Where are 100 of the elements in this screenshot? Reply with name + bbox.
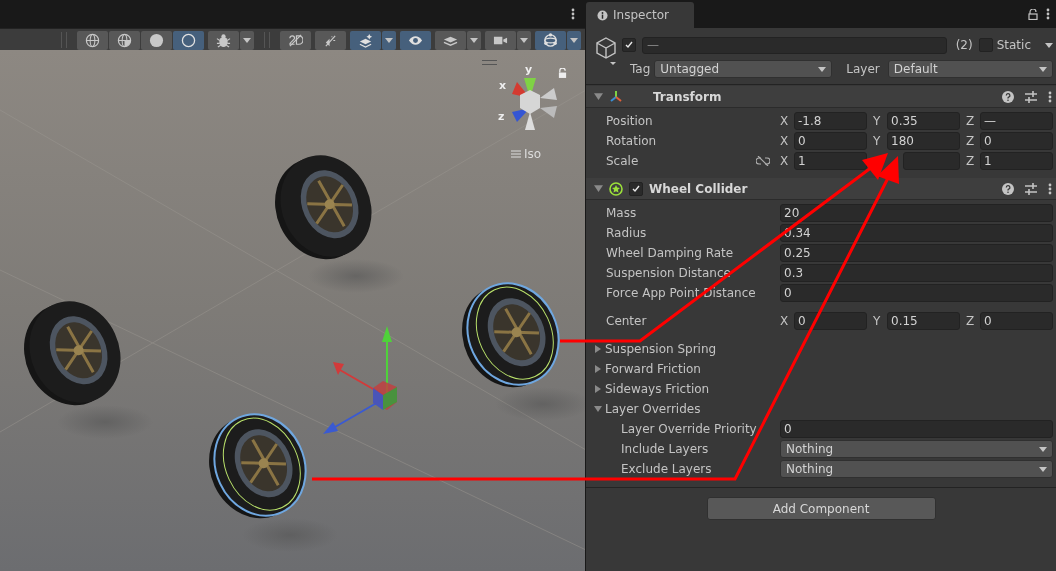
sliders-icon[interactable] bbox=[1025, 182, 1037, 195]
tag-dropdown[interactable]: Untagged bbox=[654, 60, 833, 78]
toolbar-button[interactable] bbox=[535, 30, 566, 50]
expand-triangle-icon[interactable] bbox=[594, 184, 603, 193]
help-icon[interactable] bbox=[1002, 182, 1014, 195]
wireframe-sphere-icon bbox=[85, 32, 100, 48]
number-field[interactable]: 0.3 bbox=[780, 264, 1053, 282]
dropdown-button[interactable] bbox=[517, 30, 531, 50]
number-field[interactable]: 0 bbox=[794, 132, 867, 150]
axis-label: X bbox=[780, 134, 790, 148]
tire-drawing[interactable] bbox=[24, 301, 121, 406]
tire-drawing[interactable] bbox=[209, 413, 307, 519]
number-field[interactable]: 0.15 bbox=[887, 312, 960, 330]
triangle-icon bbox=[594, 365, 602, 373]
field-label: Radius bbox=[606, 226, 647, 240]
game-object-icon[interactable] bbox=[594, 36, 618, 66]
toolbar-button[interactable] bbox=[315, 30, 346, 50]
transform-axes-icon bbox=[609, 89, 623, 104]
enabled-checkbox[interactable] bbox=[629, 181, 643, 196]
axis-label: Y bbox=[873, 134, 882, 148]
toolbar-button[interactable] bbox=[173, 30, 204, 50]
active-checkbox[interactable] bbox=[622, 38, 636, 52]
sparkle-layers-icon bbox=[358, 32, 373, 48]
number-field[interactable]: 0 bbox=[780, 284, 1053, 302]
caret-icon[interactable] bbox=[1045, 42, 1053, 48]
axis-label: Y bbox=[873, 114, 882, 128]
layer-dropdown[interactable]: Default bbox=[887, 60, 1053, 78]
sliders-icon[interactable] bbox=[1025, 90, 1037, 103]
caret-icon bbox=[818, 66, 827, 72]
number-field[interactable]: 0.25 bbox=[780, 244, 1053, 262]
dropdown-button[interactable] bbox=[382, 30, 396, 50]
unlinked-icon[interactable] bbox=[756, 156, 770, 166]
triangle-icon bbox=[594, 405, 602, 413]
number-field[interactable]: — bbox=[980, 112, 1053, 130]
tire-drawing[interactable] bbox=[275, 155, 372, 260]
more-icon[interactable] bbox=[1048, 182, 1052, 195]
number-field[interactable]: 1 bbox=[794, 152, 867, 170]
field-label: Wheel Damping Rate bbox=[606, 246, 734, 260]
dropdown-button[interactable] bbox=[567, 30, 581, 50]
foldout-toggle[interactable]: Layer Overrides bbox=[594, 402, 701, 416]
dropdown-button[interactable] bbox=[467, 30, 481, 50]
tag-label: Tag bbox=[630, 62, 651, 76]
help-icon[interactable] bbox=[1002, 90, 1014, 103]
caret-icon bbox=[570, 37, 578, 43]
add-component-button[interactable]: Add Component bbox=[706, 497, 936, 520]
number-field[interactable]: 0.35 bbox=[887, 112, 960, 130]
number-field[interactable]: 180 bbox=[887, 132, 960, 150]
number-field[interactable]: 0 bbox=[794, 312, 867, 330]
number-field[interactable]: 0 bbox=[980, 132, 1053, 150]
gizmo-sphere-icon bbox=[543, 32, 558, 48]
toolbar-button[interactable] bbox=[435, 30, 466, 50]
field-label: Position bbox=[606, 114, 653, 128]
field-label: Layer Override Priority bbox=[621, 422, 758, 436]
axis-label: X bbox=[780, 314, 790, 328]
toolbar-button[interactable] bbox=[485, 30, 516, 50]
field-label: Suspension Distance bbox=[606, 266, 731, 280]
sphere-icon bbox=[149, 32, 164, 48]
expand-triangle-icon[interactable] bbox=[594, 92, 603, 101]
orientation-gizmo-drawing[interactable] bbox=[512, 78, 557, 130]
number-field[interactable]: -1.8 bbox=[794, 112, 867, 130]
toolbar-button[interactable] bbox=[77, 30, 108, 50]
crossed-2d-icon bbox=[288, 32, 303, 48]
shaded-wireframe-sphere-icon bbox=[117, 32, 132, 48]
toolbar-button[interactable] bbox=[109, 30, 140, 50]
caret-icon bbox=[1039, 446, 1047, 452]
number-field[interactable]: 1 bbox=[980, 152, 1053, 170]
inspector-tab[interactable]: Inspector bbox=[586, 2, 694, 28]
name-field[interactable]: — bbox=[642, 36, 947, 54]
object-count: (2) bbox=[955, 38, 973, 52]
layer-mask-dropdown[interactable]: Nothing bbox=[780, 460, 1053, 478]
foldout-toggle[interactable]: Sideways Friction bbox=[594, 382, 710, 396]
axis-label: Z bbox=[966, 154, 976, 168]
checkmark-icon bbox=[624, 40, 634, 50]
foldout-toggle[interactable]: Suspension Spring bbox=[594, 342, 717, 356]
tire-drawing[interactable] bbox=[462, 282, 560, 388]
toolbar-button[interactable] bbox=[350, 30, 381, 50]
number-field[interactable]: 0 bbox=[780, 420, 1053, 438]
more-icon[interactable] bbox=[1046, 8, 1050, 20]
more-icon[interactable] bbox=[1048, 90, 1052, 103]
foldout-toggle[interactable]: Forward Friction bbox=[594, 362, 701, 376]
caret-icon bbox=[520, 37, 528, 43]
more-icon[interactable] bbox=[571, 8, 575, 20]
field-label: Scale bbox=[606, 154, 639, 168]
axis-label: z bbox=[498, 111, 505, 122]
toolbar-button[interactable] bbox=[280, 30, 311, 50]
axis-label: Y bbox=[873, 314, 882, 328]
dropdown-button[interactable] bbox=[240, 30, 254, 50]
lock-icon[interactable] bbox=[1028, 8, 1038, 20]
number-field[interactable]: 20 bbox=[780, 204, 1053, 222]
field-label: Exclude Layers bbox=[621, 462, 713, 476]
number-field[interactable]: 0 bbox=[980, 312, 1053, 330]
toolbar-button[interactable] bbox=[400, 30, 431, 50]
drag-handle-icon[interactable] bbox=[482, 60, 497, 65]
info-icon bbox=[597, 9, 608, 21]
toolbar-button[interactable] bbox=[141, 30, 172, 50]
dropdown-value: Untagged bbox=[660, 62, 719, 76]
component-title: Wheel Collider bbox=[649, 181, 748, 196]
layer-mask-dropdown[interactable]: Nothing bbox=[780, 440, 1053, 458]
axis-label: Z bbox=[966, 134, 976, 148]
toolbar-button[interactable] bbox=[208, 30, 239, 50]
